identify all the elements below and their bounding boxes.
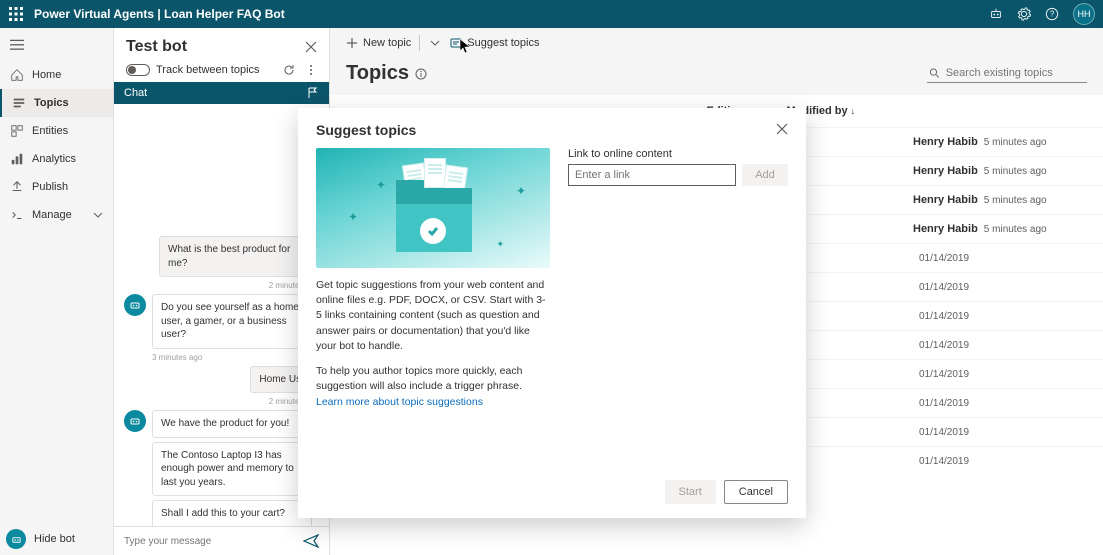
waffle-icon[interactable] xyxy=(8,6,24,22)
help-icon[interactable]: ? xyxy=(1045,7,1059,21)
link-field-label: Link to online content xyxy=(568,148,788,160)
add-button[interactable]: Add xyxy=(742,164,788,186)
cancel-button[interactable]: Cancel xyxy=(724,480,788,504)
app-title: Power Virtual Agents | Loan Helper FAQ B… xyxy=(34,7,989,21)
start-button[interactable]: Start xyxy=(665,480,716,504)
modal-description-1: Get topic suggestions from your web cont… xyxy=(316,278,550,354)
cursor-icon xyxy=(460,39,472,55)
bot-icon[interactable] xyxy=(989,7,1003,21)
suggest-topics-modal: Suggest topics ✦✦✦✦ Get topic suggestion… xyxy=(298,108,806,518)
learn-more-link[interactable]: Learn more about topic suggestions xyxy=(316,396,483,408)
gear-icon[interactable] xyxy=(1017,7,1031,21)
illustration: ✦✦✦✦ xyxy=(316,148,550,268)
avatar[interactable]: HH xyxy=(1073,3,1095,25)
link-input[interactable] xyxy=(568,164,736,186)
top-bar: Power Virtual Agents | Loan Helper FAQ B… xyxy=(0,0,1103,28)
svg-text:?: ? xyxy=(1050,10,1055,19)
modal-title: Suggest topics xyxy=(316,122,776,138)
modal-description-2: To help you author topics more quickly, … xyxy=(316,364,550,410)
avatar-initials: HH xyxy=(1078,9,1091,19)
close-button[interactable] xyxy=(776,123,788,138)
